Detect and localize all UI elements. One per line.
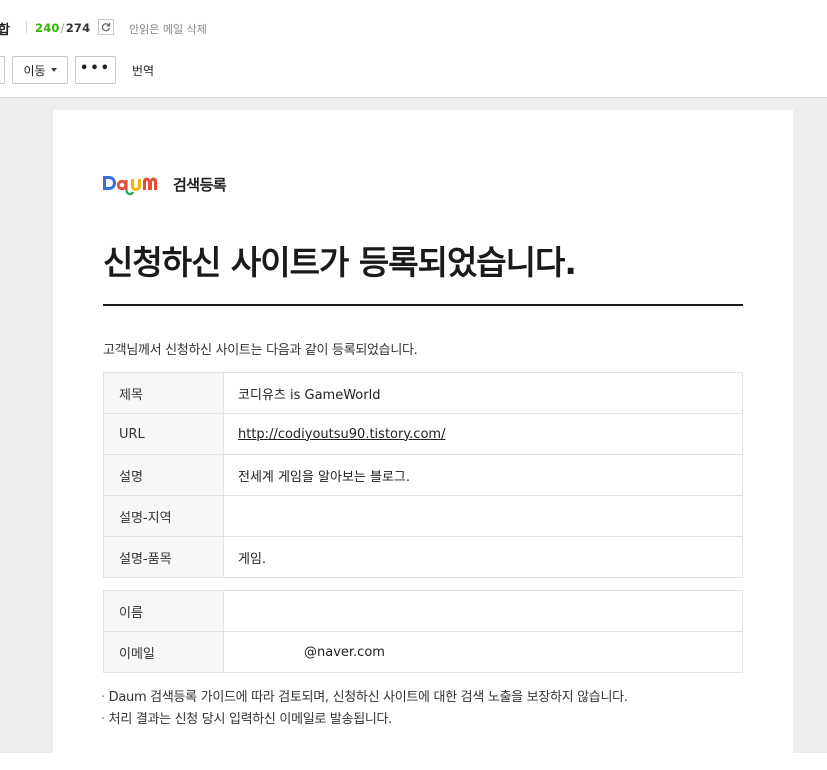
table-row: 제목 코디유츠 is GameWorld xyxy=(103,372,743,414)
divider xyxy=(26,21,27,33)
daum-logo-mark xyxy=(103,176,157,196)
mail-body: 검색등록 신청하신 사이트가 등록되었습니다. 고객님께서 신청하신 사이트는 … xyxy=(53,110,793,770)
row-value: http://codiyoutsu90.tistory.com/ xyxy=(223,413,743,455)
email-value: @naver.com xyxy=(223,631,743,673)
row-value xyxy=(223,590,743,632)
site-info-table: 제목 코디유츠 is GameWorld URL http://codiyout… xyxy=(103,372,743,578)
table-row: 설명-품목 게임. xyxy=(103,536,743,578)
toolbar-button-partial[interactable] xyxy=(0,56,5,84)
move-button-label: 이동 xyxy=(23,63,46,78)
table-row: 이름 xyxy=(103,590,743,632)
mail-viewer: 검색등록 신청하신 사이트가 등록되었습니다. 고객님께서 신청하신 사이트는 … xyxy=(0,98,827,770)
unread-count[interactable]: 240 xyxy=(35,21,60,35)
row-value xyxy=(223,495,743,537)
total-count: 274 xyxy=(65,21,91,35)
intro-text: 고객님께서 신청하신 사이트는 다음과 같이 등록되었습니다. xyxy=(103,343,418,358)
title-divider xyxy=(103,304,743,306)
row-value: 게임. xyxy=(223,536,743,578)
row-label: 설명 xyxy=(103,454,224,496)
refresh-button[interactable] xyxy=(98,19,114,35)
folder-title: 합 xyxy=(0,23,10,38)
mail-count: 240/274 xyxy=(35,21,90,35)
notice-item: 처리 결과는 신청 당시 입력하신 이메일로 발송됩니다. xyxy=(101,709,628,731)
notice-item: Daum 검색등록 가이드에 따라 검토되며, 신청하신 사이트에 대한 검색 … xyxy=(101,687,628,709)
table-row: 설명-지역 xyxy=(103,495,743,537)
notice-list: Daum 검색등록 가이드에 따라 검토되며, 신청하신 사이트에 대한 검색 … xyxy=(101,687,628,731)
count-slash: / xyxy=(60,21,65,35)
row-value: 전세계 게임을 알아보는 블로그. xyxy=(223,454,743,496)
chevron-down-icon xyxy=(50,68,57,72)
row-label: URL xyxy=(103,413,224,455)
row-label: 이름 xyxy=(103,590,224,632)
row-label: 이메일 xyxy=(103,631,224,673)
user-info-table: 이름 이메일 @naver.com xyxy=(103,590,743,673)
table-row: 설명 전세계 게임을 알아보는 블로그. xyxy=(103,454,743,496)
more-button[interactable]: ••• xyxy=(75,56,116,84)
row-label: 설명-품목 xyxy=(103,536,224,578)
daum-logo: 검색등록 xyxy=(103,170,227,198)
row-label: 설명-지역 xyxy=(103,495,224,537)
logo-text: 검색등록 xyxy=(173,175,227,194)
refresh-icon xyxy=(101,23,111,32)
site-url-link[interactable]: http://codiyoutsu90.tistory.com/ xyxy=(238,427,445,442)
table-row: URL http://codiyoutsu90.tistory.com/ xyxy=(103,413,743,455)
row-label: 제목 xyxy=(103,372,224,414)
row-value: 코디유츠 is GameWorld xyxy=(223,372,743,414)
page-title: 신청하신 사이트가 등록되었습니다. xyxy=(103,243,577,282)
delete-unread-link[interactable]: 안읽은 메일 삭제 xyxy=(129,21,207,37)
table-row: 이메일 @naver.com xyxy=(103,631,743,673)
move-button[interactable]: 이동 xyxy=(12,56,68,84)
translate-button[interactable]: 번역 xyxy=(132,62,154,79)
mail-toolbar: 합 240/274 안읽은 메일 삭제 이동 ••• 번역 xyxy=(0,0,827,98)
